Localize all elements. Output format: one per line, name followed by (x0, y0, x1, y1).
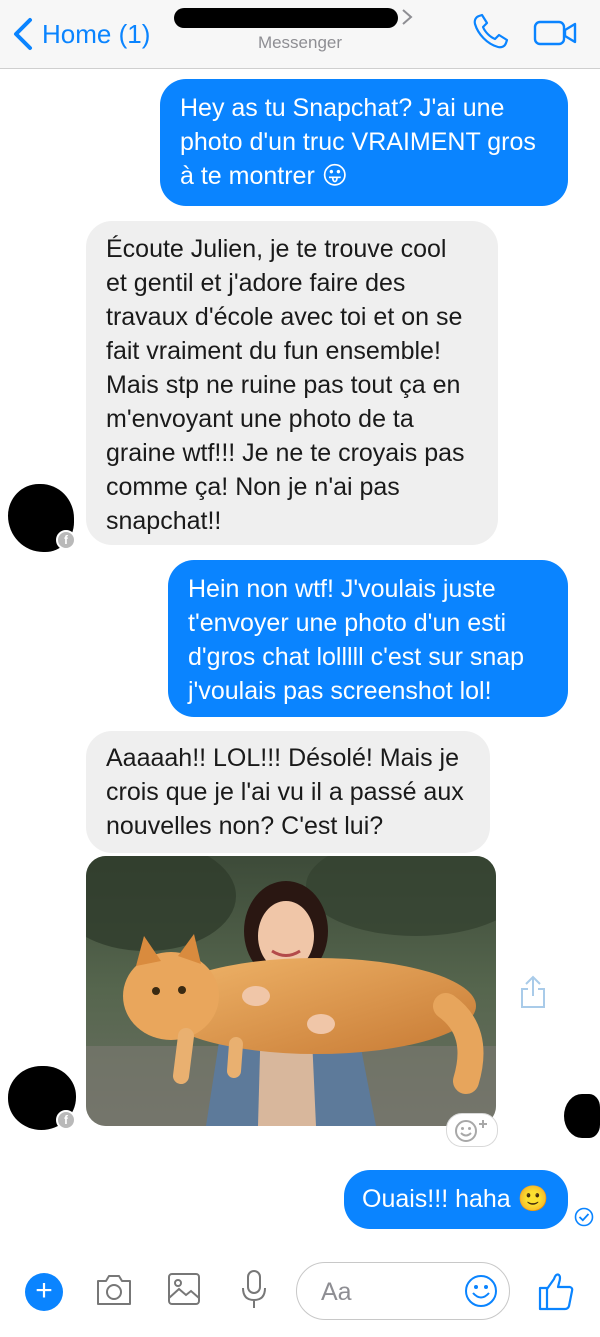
chevron-right-icon (402, 9, 413, 25)
thumbs-up-icon[interactable] (537, 1270, 575, 1312)
check-circle-icon (574, 1207, 594, 1227)
video-camera-icon[interactable] (532, 16, 578, 50)
message-incoming[interactable]: Aaaaah!! LOL!!! Désolé! Mais je crois qu… (86, 731, 490, 853)
facebook-badge-icon: f (56, 530, 76, 550)
smiley-plus-icon (455, 1120, 487, 1142)
add-reaction-button[interactable] (446, 1113, 498, 1147)
plus-icon[interactable]: + (25, 1273, 63, 1311)
phone-icon[interactable] (470, 12, 510, 52)
cat-photo-attachment[interactable] (86, 856, 496, 1126)
smiley-icon[interactable] (463, 1273, 499, 1309)
message-incoming[interactable]: Écoute Julien, je te trouve cool et gent… (86, 221, 498, 545)
microphone-icon[interactable] (240, 1268, 268, 1310)
message-outgoing[interactable]: Ouais!!! haha 🙂 (344, 1170, 568, 1229)
message-outgoing[interactable]: Hein non wtf! J'voulais juste t'envoyer … (168, 560, 568, 717)
camera-icon[interactable] (94, 1272, 134, 1308)
message-outgoing[interactable]: Hey as tu Snapchat? J'ai une photo d'un … (160, 79, 568, 206)
message-input[interactable] (319, 1274, 453, 1310)
read-receipt-avatar-redacted (564, 1094, 600, 1138)
message-input-container[interactable] (296, 1262, 510, 1320)
cat-photo (86, 856, 496, 1126)
conversation-title-redacted[interactable] (174, 8, 398, 28)
image-icon[interactable] (166, 1271, 202, 1307)
chevron-left-icon (14, 18, 32, 50)
composer-bar: + (0, 1252, 600, 1337)
facebook-badge-icon: f (56, 1110, 76, 1130)
top-bar: Home (1) Messenger (0, 0, 600, 69)
subtitle: Messenger (257, 33, 343, 52)
share-icon[interactable] (518, 974, 548, 1010)
back-label: Home (1) (42, 18, 151, 49)
back-button[interactable]: Home (1) (12, 14, 150, 54)
